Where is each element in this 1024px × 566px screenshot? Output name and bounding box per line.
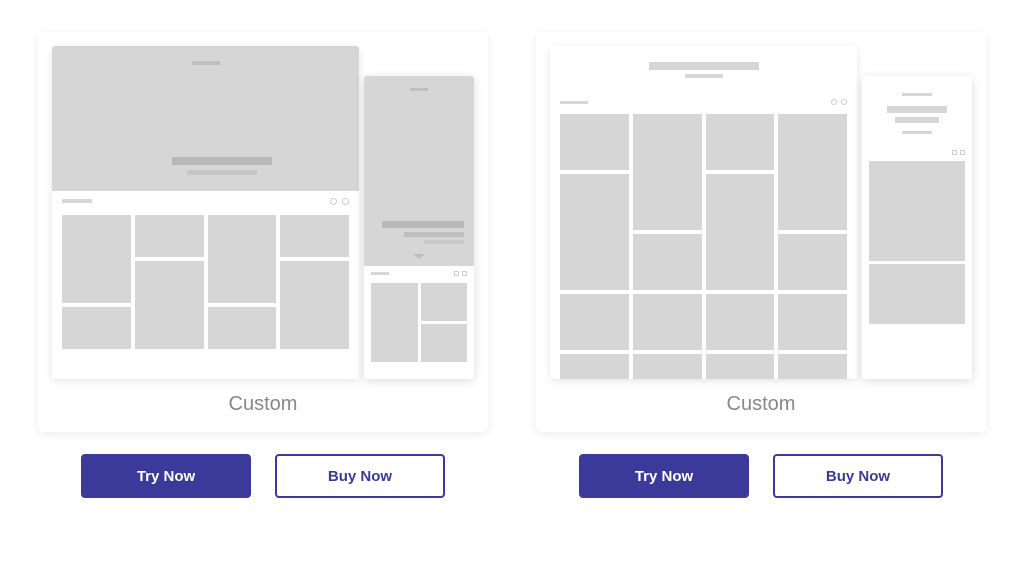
buy-now-button[interactable]: Buy Now <box>773 454 943 498</box>
mobile-wireframe <box>364 76 474 379</box>
template-preview[interactable]: Custom <box>38 32 488 432</box>
buy-now-button[interactable]: Buy Now <box>275 454 445 498</box>
template-card-2: Custom Try Now Buy Now <box>536 32 986 534</box>
try-now-button[interactable]: Try Now <box>579 454 749 498</box>
template-card-1: Custom Try Now Buy Now <box>38 32 488 534</box>
cta-row: Try Now Buy Now <box>536 454 986 498</box>
mobile-wireframe <box>862 76 972 379</box>
template-preview[interactable]: Custom <box>536 32 986 432</box>
desktop-wireframe <box>550 46 857 379</box>
cta-row: Try Now Buy Now <box>38 454 488 498</box>
template-caption: Custom <box>550 379 972 432</box>
template-caption: Custom <box>52 379 474 432</box>
desktop-wireframe <box>52 46 359 379</box>
try-now-button[interactable]: Try Now <box>81 454 251 498</box>
